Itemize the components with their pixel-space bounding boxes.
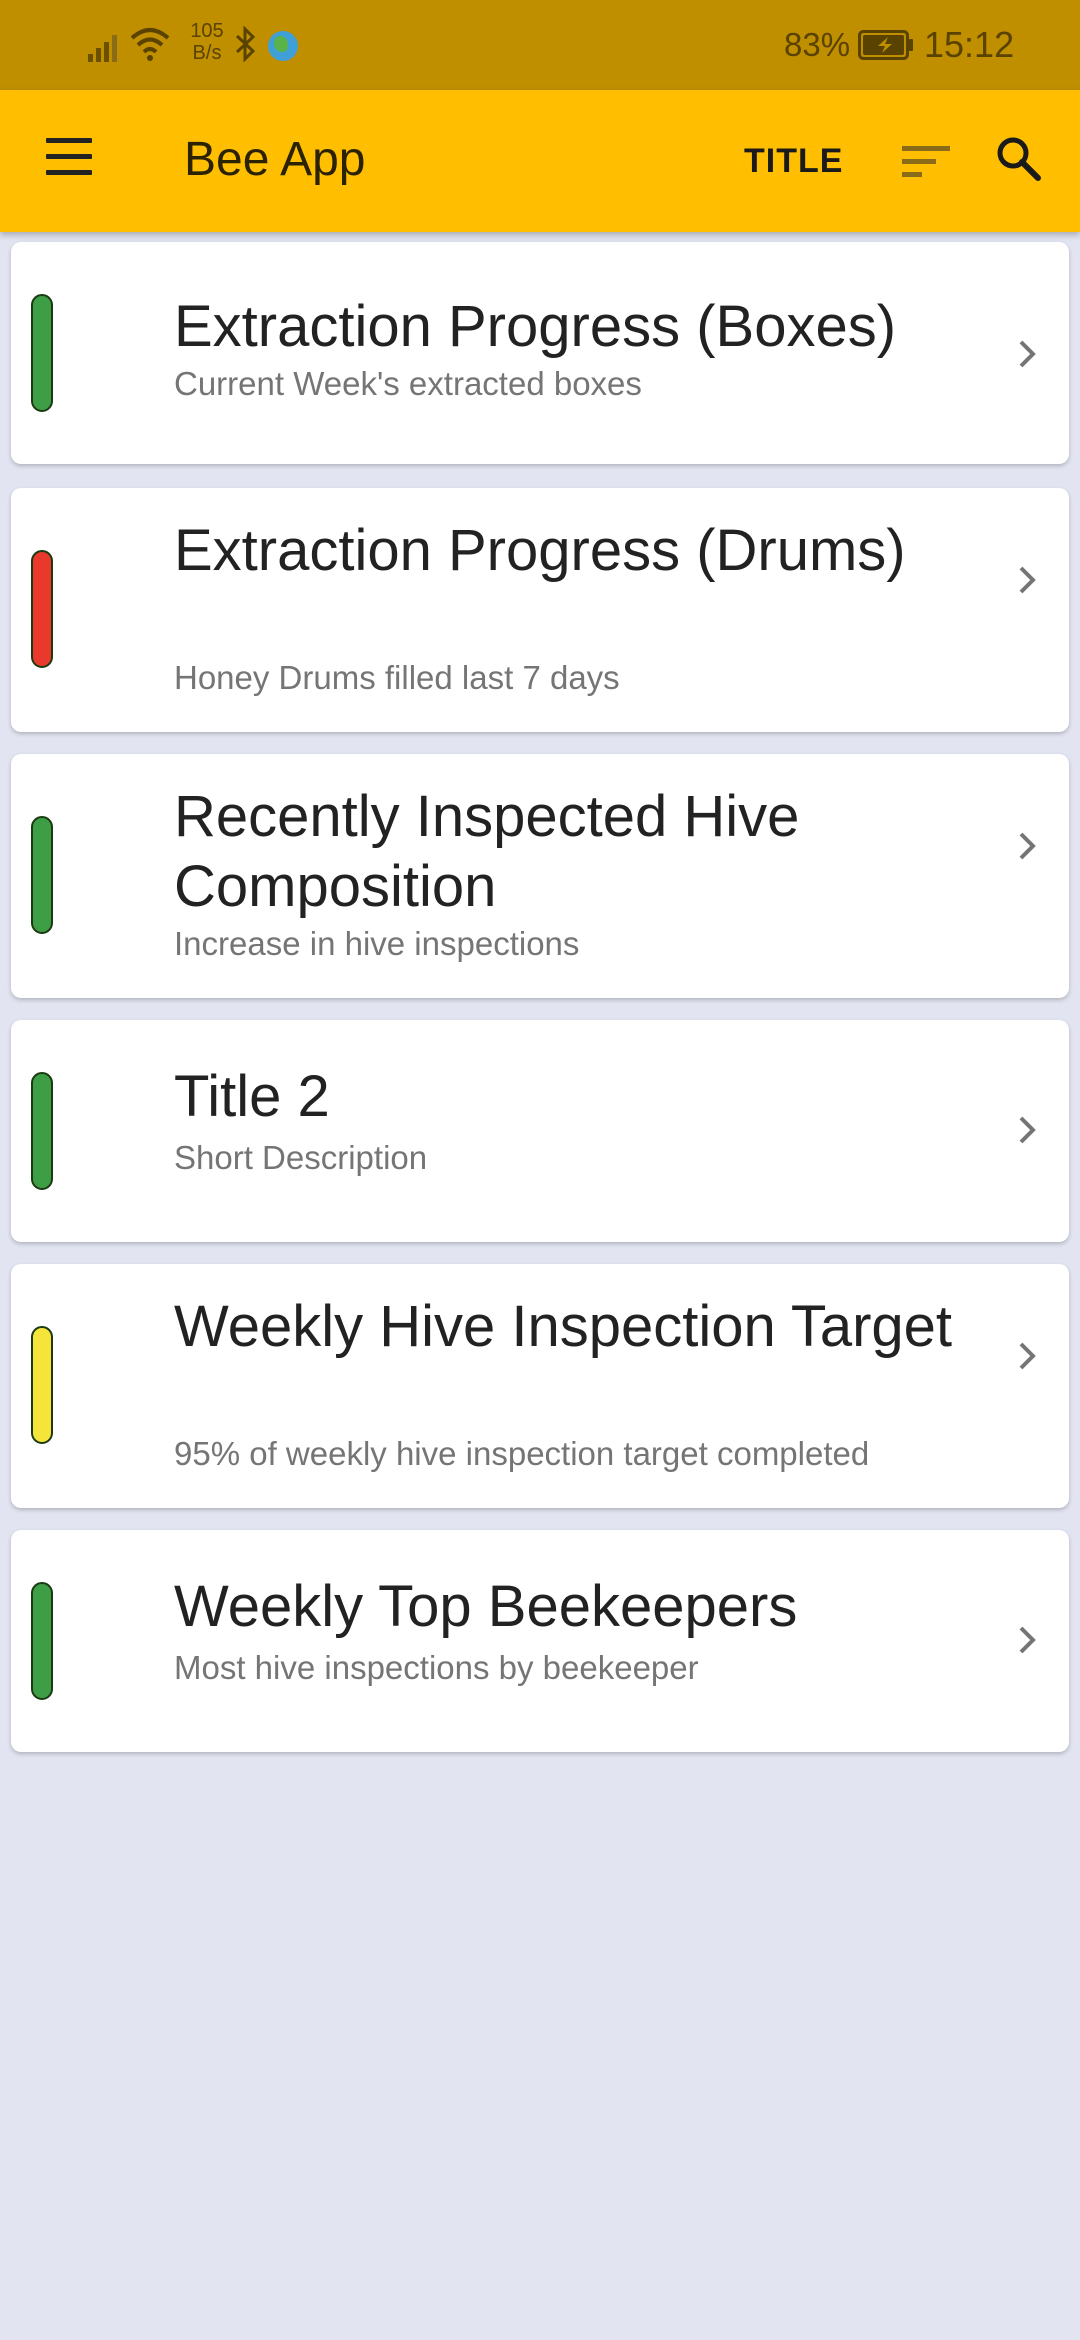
clock: 15:12 — [924, 24, 1015, 65]
card-title: Weekly Top Beekeepers — [174, 1574, 798, 1639]
card-description: Increase in hive inspections — [174, 925, 580, 962]
battery-percent: 83% — [784, 26, 851, 63]
title-action-button[interactable]: TITLE — [744, 142, 843, 181]
status-bar: 105 B/s 83% 15:12 — [0, 0, 1080, 90]
card-title-2[interactable]: Title 2 Short Description — [11, 1020, 1069, 1242]
status-indicator-green — [31, 816, 53, 934]
card-extraction-drums[interactable]: Extraction Progress (Drums) Honey Drums … — [11, 488, 1069, 732]
card-hive-composition[interactable]: Recently Inspected Hive Composition Incr… — [11, 754, 1069, 998]
status-indicator-green — [31, 1582, 53, 1700]
card-title: Extraction Progress (Drums) — [174, 518, 906, 583]
status-indicator-green — [31, 1072, 53, 1190]
bluetooth-icon — [235, 26, 256, 62]
card-description: Current Week's extracted boxes — [174, 365, 642, 402]
chevron-right-icon — [1019, 566, 1036, 594]
menu-icon[interactable] — [46, 138, 96, 178]
network-speed-unit: B/s — [192, 42, 222, 64]
card-description: 95% of weekly hive inspection target com… — [174, 1435, 870, 1472]
sort-icon[interactable] — [902, 142, 952, 182]
chevron-right-icon — [1019, 1116, 1036, 1144]
card-description: Honey Drums filled last 7 days — [174, 659, 620, 696]
wifi-icon — [130, 28, 170, 61]
card-description: Short Description — [174, 1139, 428, 1176]
chevron-right-icon — [1019, 1626, 1036, 1654]
status-indicator-green — [31, 294, 53, 412]
card-title: Recently Inspected Hive Composition — [174, 784, 800, 919]
status-indicator-yellow — [31, 1326, 53, 1444]
globe-icon — [268, 31, 298, 61]
search-icon[interactable] — [994, 134, 1042, 182]
card-top-beekeepers[interactable]: Weekly Top Beekeepers Most hive inspecti… — [11, 1530, 1069, 1752]
signal-icon — [88, 35, 117, 62]
battery-charging-icon — [858, 30, 913, 60]
chevron-right-icon — [1019, 340, 1036, 368]
chevron-right-icon — [1019, 1342, 1036, 1370]
status-indicator-red — [31, 550, 53, 668]
network-speed: 105 B/s — [182, 20, 232, 64]
app-title: Bee App — [184, 133, 366, 186]
card-title: Extraction Progress (Boxes) — [174, 294, 897, 359]
card-weekly-inspection-target[interactable]: Weekly Hive Inspection Target 95% of wee… — [11, 1264, 1069, 1508]
app-bar: Bee App TITLE — [0, 90, 1080, 232]
card-title: Weekly Hive Inspection Target — [174, 1294, 953, 1359]
network-speed-value: 105 — [190, 20, 224, 42]
card-title: Title 2 — [174, 1064, 330, 1129]
card-description: Most hive inspections by beekeeper — [174, 1649, 699, 1686]
card-extraction-boxes[interactable]: Extraction Progress (Boxes) Current Week… — [11, 242, 1069, 464]
chevron-right-icon — [1019, 832, 1036, 860]
